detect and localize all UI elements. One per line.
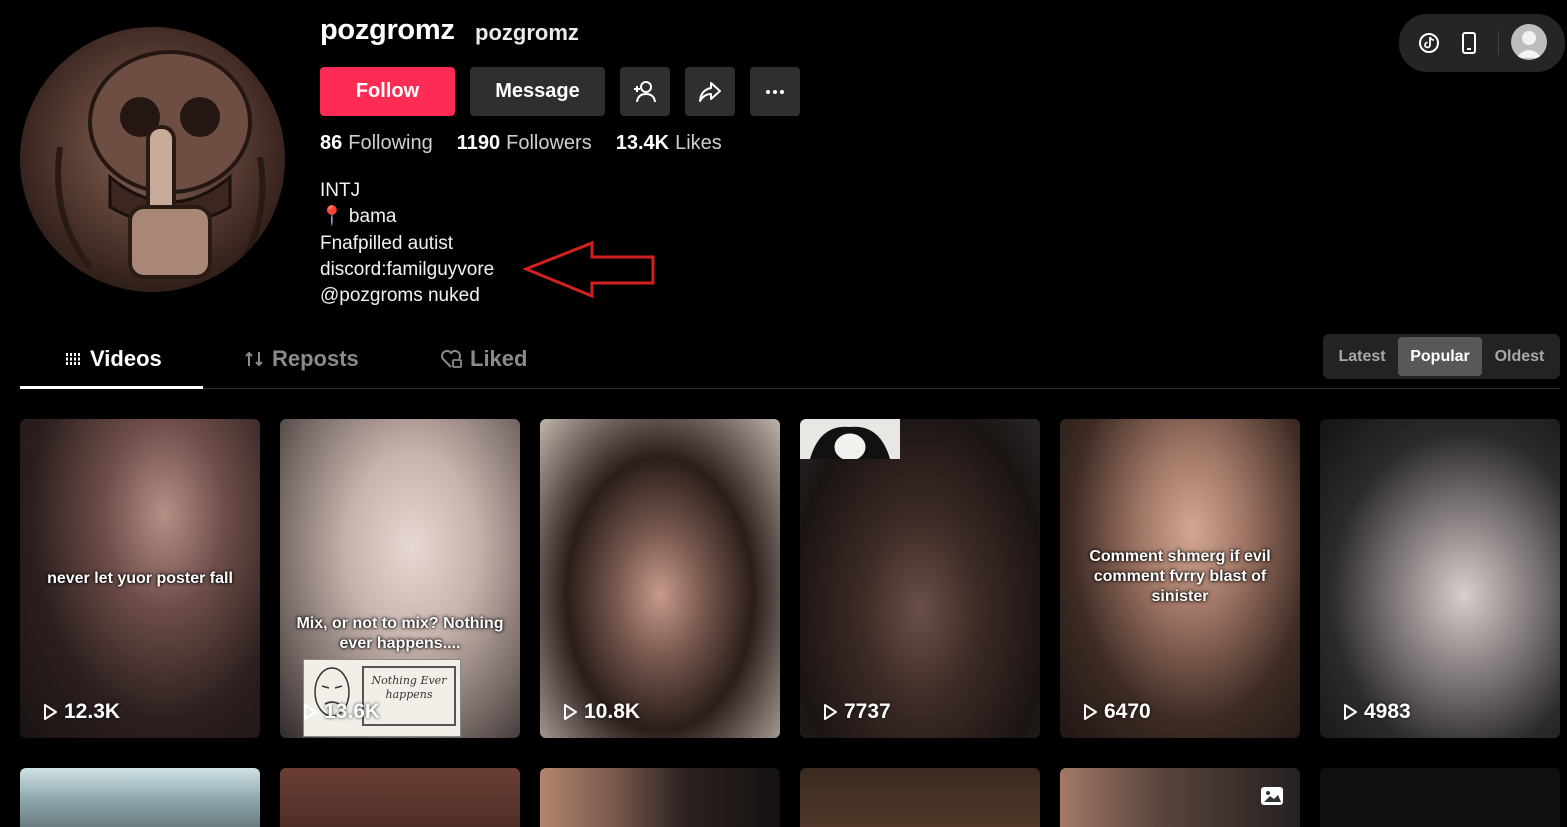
bio-line: @pozgroms nuked (320, 285, 480, 307)
play-count-value: 10.8K (584, 700, 641, 723)
play-icon (824, 704, 837, 720)
avatar-image (55, 50, 266, 279)
annotation-arrow (522, 240, 655, 299)
video-card[interactable]: Comment shmerg if evil comment fvrry bla… (1060, 419, 1300, 738)
tab-reposts-label: Reposts (272, 346, 359, 371)
tab-liked[interactable]: Liked (440, 330, 527, 388)
video-card[interactable] (1060, 768, 1300, 827)
add-user-icon (634, 80, 656, 102)
play-icon (304, 704, 317, 720)
sketch-image: Nothing Ever happens (303, 659, 461, 737)
header-divider (1498, 31, 1499, 55)
profile-nickname: pozgromz (475, 20, 579, 45)
grid-icon (64, 350, 82, 368)
photo-icon (1261, 787, 1283, 805)
video-card[interactable]: 10.8K (540, 419, 780, 738)
play-count-value: 7737 (844, 700, 891, 723)
phone-icon[interactable] (1456, 30, 1482, 56)
play-icon (1344, 704, 1357, 720)
following-stat[interactable]: 86 Following (320, 132, 433, 155)
bio-line: discord:familguyvore (320, 258, 495, 280)
bio-line: 📍 bama (320, 206, 397, 228)
bio-line: INTJ (320, 180, 361, 201)
followers-stat[interactable]: 1190 Followers (457, 132, 592, 155)
play-icon (564, 704, 577, 720)
play-count: 12.3K (40, 700, 120, 724)
video-card[interactable] (800, 768, 1040, 827)
heart-lock-icon (440, 349, 462, 369)
repost-icon (244, 349, 264, 369)
video-card[interactable]: never let yuor poster fall 12.3K (20, 419, 260, 738)
more-icon (766, 89, 784, 94)
likes-count: 13.4K (615, 132, 670, 154)
sort-latest[interactable]: Latest (1326, 337, 1398, 376)
bio-line: Fnafpilled autist (320, 232, 454, 254)
profile-avatar[interactable] (20, 27, 285, 292)
video-card[interactable]: Mix, or not to mix? Nothing ever happens… (280, 419, 520, 738)
video-card[interactable]: 7737 (800, 419, 1040, 738)
tab-videos-label: Videos (90, 346, 162, 371)
play-count: 6470 (1080, 700, 1151, 724)
more-button[interactable] (750, 67, 800, 116)
follow-button[interactable]: Follow (320, 67, 455, 116)
video-caption: Mix, or not to mix? Nothing ever happens… (296, 615, 504, 652)
profile-username: pozgromz (320, 14, 455, 46)
thumbnail-overlay-art (800, 419, 900, 462)
play-count-value: 12.3K (64, 700, 121, 723)
following-count: 86 (320, 132, 343, 154)
add-friend-button[interactable] (620, 67, 670, 116)
message-button[interactable]: Message (470, 67, 605, 116)
video-card[interactable] (540, 768, 780, 827)
play-count: 10.8K (560, 700, 640, 724)
video-card[interactable] (1320, 768, 1560, 827)
tab-videos[interactable]: Videos (20, 330, 203, 388)
play-icon (44, 704, 57, 720)
user-avatar[interactable] (1511, 24, 1547, 60)
video-card[interactable]: 4983 (1320, 419, 1560, 738)
likes-stat: 13.4K Likes (616, 132, 722, 155)
video-caption: Comment shmerg if evil comment fvrry bla… (1089, 548, 1271, 605)
profile-bio: INTJ 📍 bama Fnafpilled autist discord:fa… (320, 178, 494, 309)
sort-oldest[interactable]: Oldest (1482, 337, 1557, 376)
share-button[interactable] (685, 67, 735, 116)
tiktok-icon[interactable] (1416, 30, 1442, 56)
followers-count: 1190 (456, 132, 501, 154)
share-icon (699, 81, 721, 102)
followers-label: Followers (506, 132, 592, 154)
video-card[interactable] (20, 768, 260, 827)
video-card[interactable] (280, 768, 520, 827)
play-icon (1084, 704, 1097, 720)
following-label: Following (348, 132, 433, 154)
profile-stats: 86 Following 1190 Followers 13.4K Likes (320, 132, 722, 155)
play-count-value: 13.6K (324, 700, 381, 723)
play-count: 7737 (820, 700, 891, 724)
tab-liked-label: Liked (470, 346, 528, 371)
video-caption: never let yuor poster fall (47, 570, 233, 587)
likes-label: Likes (675, 132, 722, 154)
play-count: 13.6K (300, 700, 380, 724)
sort-popular[interactable]: Popular (1398, 337, 1482, 376)
play-count-value: 6470 (1104, 700, 1151, 723)
tab-reposts[interactable]: Reposts (244, 330, 359, 388)
play-count-value: 4983 (1364, 700, 1411, 723)
header-controls (1399, 14, 1565, 72)
active-tab-indicator (20, 386, 203, 389)
sort-switcher: Latest Popular Oldest (1323, 334, 1560, 379)
play-count: 4983 (1340, 700, 1411, 724)
